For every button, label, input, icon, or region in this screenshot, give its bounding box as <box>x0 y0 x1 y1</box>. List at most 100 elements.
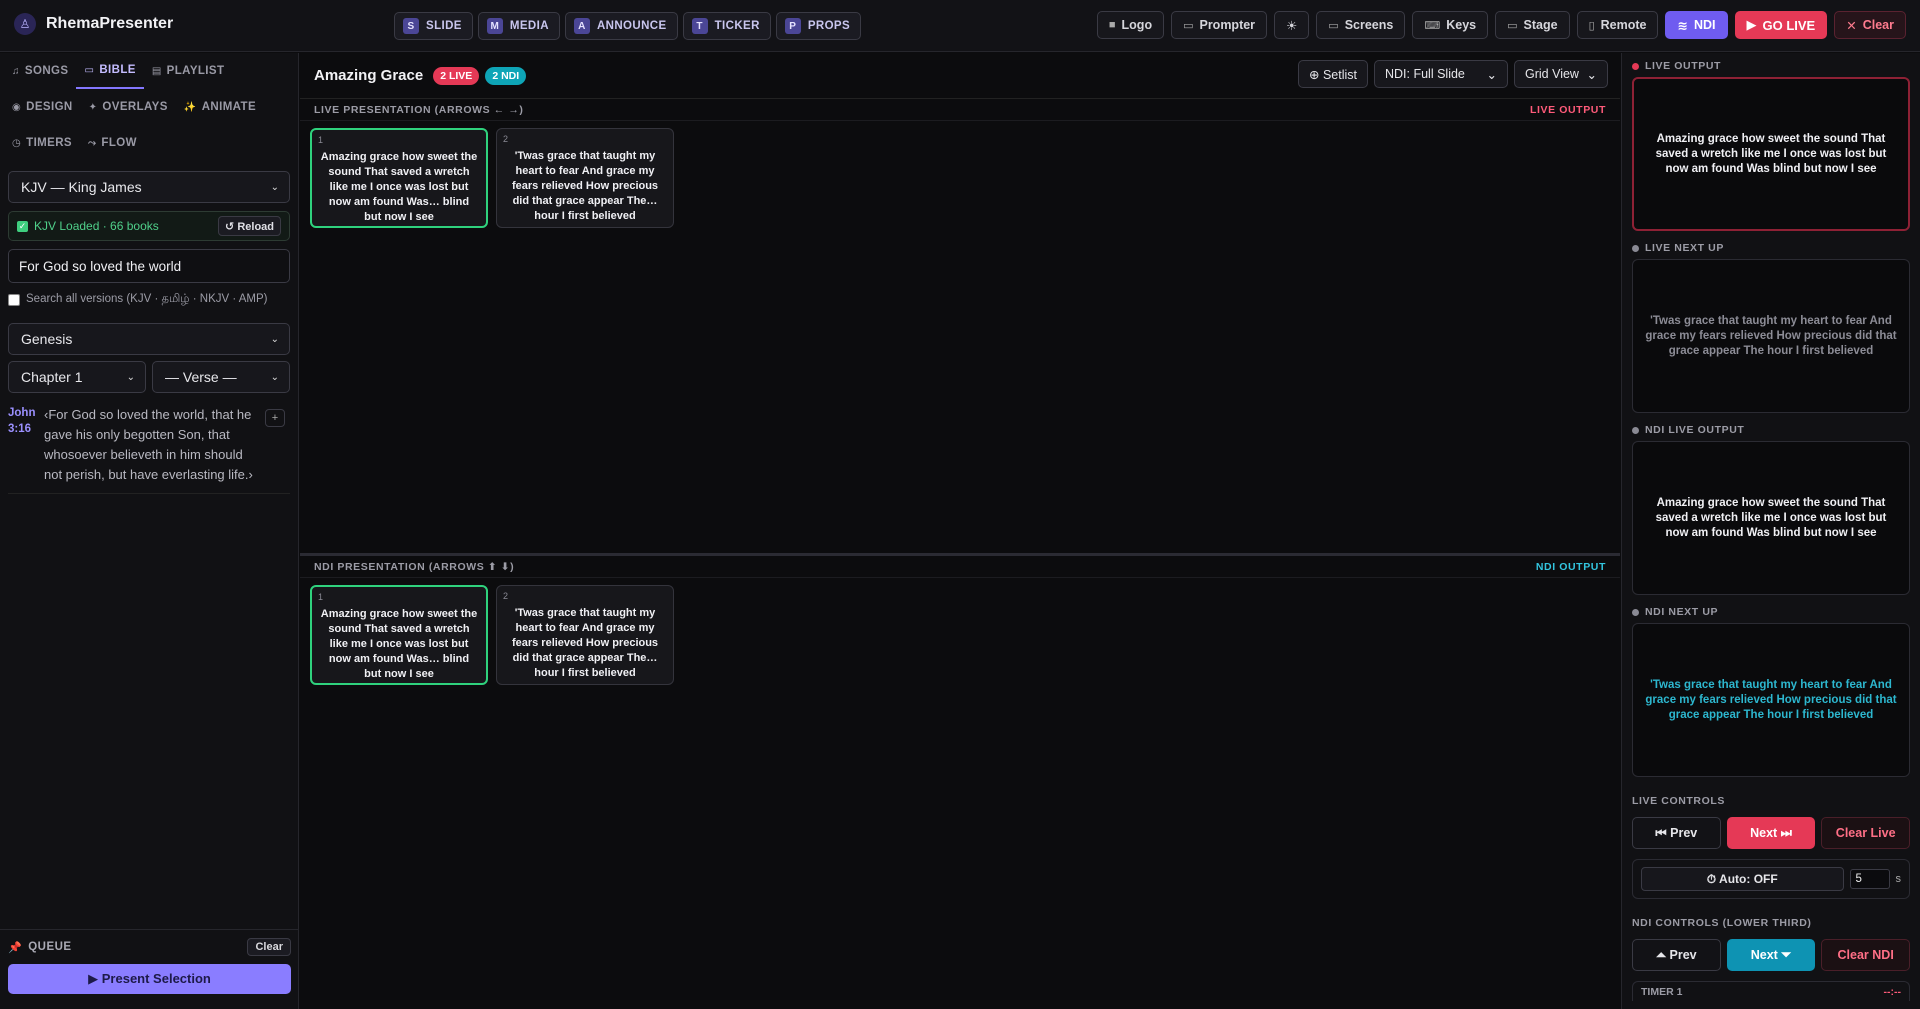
keys-button[interactable]: ⌨ Keys <box>1412 11 1489 39</box>
clear-all-button[interactable]: ✕ Clear <box>1834 11 1906 39</box>
tab-flow[interactable]: ⤳ FLOW <box>80 125 145 161</box>
mode-ticker-button[interactable]: T TICKER <box>682 12 771 40</box>
screens-button[interactable]: ▭ Screens <box>1316 11 1406 39</box>
book-select[interactable]: Genesis ⌄ <box>8 323 290 355</box>
keys-button-label: Keys <box>1446 18 1477 32</box>
remote-button[interactable]: ▯ Remote <box>1576 11 1659 39</box>
tab-label: FLOW <box>101 137 137 149</box>
bible-search-input[interactable]: For God so loved the world <box>8 249 290 283</box>
chapter-select-value: Chapter 1 <box>21 369 83 385</box>
mode-slide-button[interactable]: S SLIDE <box>394 12 473 40</box>
present-selection-button[interactable]: ▶ Present Selection <box>8 964 291 994</box>
keyboard-icon: ⌨ <box>1424 19 1441 32</box>
clear-live-button[interactable]: Clear Live <box>1821 817 1911 849</box>
live-count-badge: 2 LIVE <box>433 66 480 85</box>
ndi-slide-card[interactable]: 1 Amazing grace how sweet the sound That… <box>310 585 488 685</box>
ndi-output-tag: NDI OUTPUT <box>1535 560 1606 573</box>
theme-toggle-button[interactable]: ☀ <box>1274 11 1310 39</box>
setlist-button[interactable]: ⊕ Setlist <box>1298 60 1368 88</box>
queue-title: QUEUE <box>28 941 72 953</box>
chapter-select[interactable]: Chapter 1 ⌄ <box>8 361 146 393</box>
sun-icon: ☀ <box>1286 18 1298 33</box>
tab-timers[interactable]: ◷ TIMERS <box>4 125 80 161</box>
live-next-monitor: 'Twas grace that taught my heart to fear… <box>1632 259 1910 413</box>
live-presentation-header: LIVE PRESENTATION (ARROWS ← →) LIVE OUTP… <box>300 99 1620 121</box>
music-note-icon: ♫ <box>12 65 20 77</box>
app-name: RhemaPresenter <box>46 15 174 32</box>
top-bar: ♙ RhemaPresenter S SLIDE M MEDIA A ANNOUNCE… <box>0 0 1920 52</box>
search-all-versions-option[interactable]: Search all versions (KJV · தமிழ் · NKJV … <box>8 293 290 307</box>
queue-panel: 📌 QUEUE Clear ▶ Present Selection <box>0 929 299 994</box>
ndi-presentation-title: NDI PRESENTATION (ARROWS ⬆ ⬇) <box>314 560 515 573</box>
pin-icon: 📌 <box>8 941 23 954</box>
auto-advance-seconds-input[interactable]: 5 <box>1849 869 1890 889</box>
mode-key-badge: A <box>573 18 590 34</box>
mode-media-button[interactable]: M MEDIA <box>477 12 560 40</box>
slide-number: 1 <box>318 135 324 145</box>
search-all-checkbox[interactable] <box>8 294 20 306</box>
clear-button-label: Clear <box>1862 18 1894 32</box>
timer-label: TIMER 1 <box>1641 986 1683 998</box>
go-live-button[interactable]: ▶ GO LIVE <box>1734 11 1828 39</box>
mode-label: PROPS <box>807 20 851 32</box>
auto-advance-toggle[interactable]: ⏱ Auto: OFF <box>1641 867 1844 891</box>
square-icon: ■ <box>1108 19 1116 31</box>
verse-select-value: — Verse — <box>165 369 237 385</box>
live-prev-button[interactable]: ⏮ Prev <box>1632 817 1721 849</box>
ndi-count-badge: 2 NDI <box>485 66 527 85</box>
live-output-tag: LIVE OUTPUT <box>1529 103 1606 116</box>
verse-text: ‹For God so loved the world, that he gav… <box>44 407 253 482</box>
mode-key-badge: P <box>784 18 801 34</box>
bible-version-select[interactable]: KJV — King James ⌄ <box>8 171 290 203</box>
tab-bible[interactable]: ▭ BIBLE <box>76 53 144 89</box>
tab-label: ANIMATE <box>201 101 257 113</box>
tab-playlist[interactable]: ▤ PLAYLIST <box>144 53 233 89</box>
ndi-slide-card[interactable]: 2 'Twas grace that taught my heart to fe… <box>496 585 674 685</box>
screens-button-label: Screens <box>1344 18 1394 32</box>
mode-key-badge: M <box>486 18 503 34</box>
tab-overlays[interactable]: ✦ OVERLAYS <box>81 89 176 125</box>
mode-announce-button[interactable]: A ANNOUNCE <box>564 12 678 40</box>
mode-label: TICKER <box>714 20 760 32</box>
verse-reference: John 3:16 <box>8 407 36 435</box>
stage-button[interactable]: ▭ Stage <box>1495 11 1570 39</box>
mode-props-button[interactable]: P PROPS <box>775 12 862 40</box>
tab-design[interactable]: ◉ DESIGN <box>4 89 81 125</box>
remote-button-label: Remote <box>1600 18 1647 32</box>
book-icon: ▭ <box>84 64 95 76</box>
prompter-button[interactable]: ▭ Prompter <box>1171 11 1268 39</box>
clear-ndi-button[interactable]: Clear NDI <box>1821 939 1911 971</box>
ndi-button[interactable]: ≋ NDI <box>1665 11 1728 39</box>
live-dot-icon <box>1632 62 1639 70</box>
search-result-item[interactable]: John 3:16 ‹For God so loved the world, t… <box>8 405 290 494</box>
app-logo-icon: ♙ <box>14 13 36 35</box>
live-slide-card[interactable]: 1 Amazing grace how sweet the sound That… <box>310 128 488 228</box>
ndi-prev-button[interactable]: ⏶ Prev <box>1632 939 1721 971</box>
live-next-label-text: LIVE NEXT UP <box>1645 242 1724 254</box>
reload-button[interactable]: ↺ Reload <box>218 216 281 236</box>
add-verse-button[interactable]: + <box>265 409 285 427</box>
chevron-down-icon: ⌄ <box>270 371 279 383</box>
sparkle-icon: ✨ <box>183 101 197 113</box>
ndi-mode-select[interactable]: NDI: Full Slide ⌄ <box>1374 60 1508 88</box>
tab-animate[interactable]: ✨ ANIMATE <box>176 89 264 125</box>
view-mode-select[interactable]: Grid View ⌄ <box>1514 60 1608 88</box>
chevron-down-icon: ⌄ <box>1586 67 1597 82</box>
live-presentation-title: LIVE PRESENTATION (ARROWS ← →) <box>314 103 524 116</box>
logo-button[interactable]: ■ Logo <box>1096 11 1165 39</box>
verse-select[interactable]: — Verse — ⌄ <box>152 361 290 393</box>
tab-songs[interactable]: ♫ SONGS <box>4 53 76 89</box>
clock-icon: ◷ <box>12 137 22 149</box>
speech-bubble-icon: ▭ <box>1183 19 1194 32</box>
queue-clear-button[interactable]: Clear <box>247 938 291 956</box>
view-mode-value: Grid View <box>1525 67 1579 81</box>
ndi-next-button[interactable]: Next ⏷ <box>1726 939 1816 971</box>
mode-key-badge: T <box>691 18 708 34</box>
ndi-output-label: NDI LIVE OUTPUT <box>1632 421 1910 439</box>
mode-label: SLIDE <box>426 20 462 32</box>
live-next-button[interactable]: Next ⏭ <box>1726 817 1816 849</box>
live-slide-card[interactable]: 2 'Twas grace that taught my heart to fe… <box>496 128 674 228</box>
go-live-label: GO LIVE <box>1762 17 1816 33</box>
stage-button-label: Stage <box>1523 18 1558 32</box>
seconds-unit: s <box>1895 873 1902 885</box>
